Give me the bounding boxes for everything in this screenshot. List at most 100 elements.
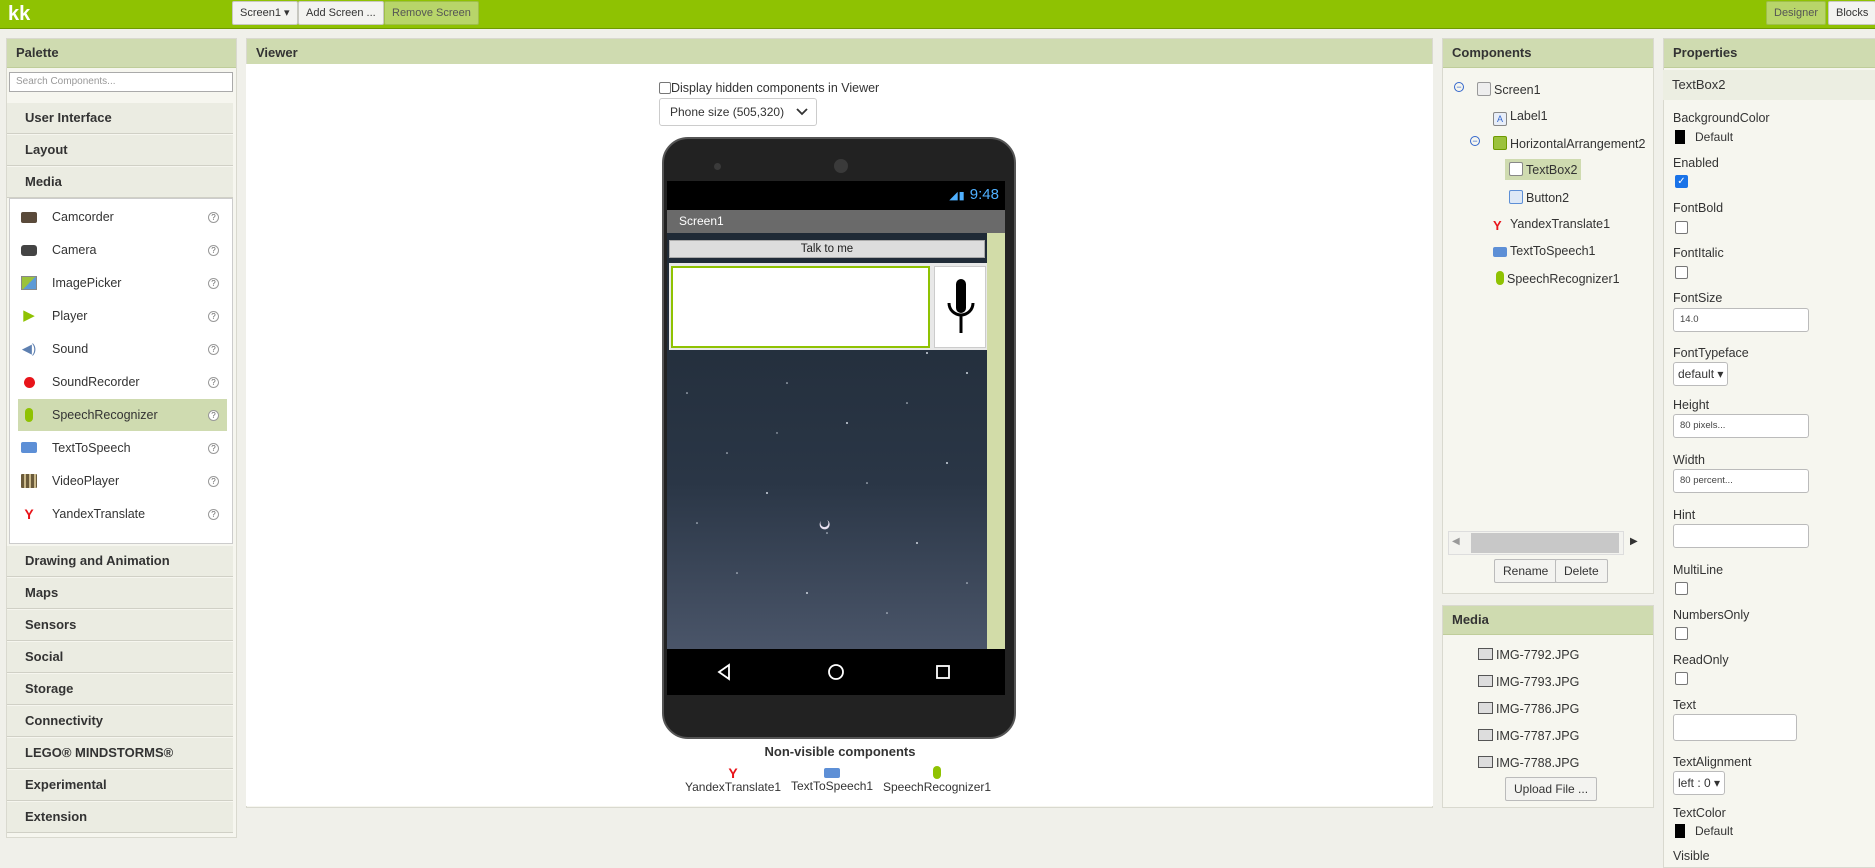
category-layout[interactable]: Layout <box>7 135 233 166</box>
category-maps[interactable]: Maps <box>7 578 233 609</box>
top-toolbar: kk Screen1 ▾ Add Screen ... Remove Scree… <box>0 0 1875 29</box>
textalignment-select[interactable]: left : 0 ▾ <box>1673 771 1726 795</box>
media-file-name: IMG-7792.JPG <box>1496 648 1580 662</box>
palette-item-texttospeech[interactable]: TextToSpeech ? <box>18 432 227 464</box>
category-connectivity[interactable]: Connectivity <box>7 706 233 737</box>
hint-input[interactable] <box>1673 524 1809 548</box>
media-file[interactable]: IMG-7787.JPG <box>1478 729 1579 743</box>
tree-item-screen1[interactable]: Screen1 <box>1477 82 1541 97</box>
add-screen-button[interactable]: Add Screen ... <box>298 1 384 25</box>
scroll-left-icon[interactable]: ◀ <box>1452 536 1460 547</box>
fontbold-checkbox[interactable] <box>1675 221 1688 234</box>
screen-scrollbar[interactable] <box>987 233 1005 649</box>
backgroundcolor-swatch[interactable] <box>1675 130 1685 144</box>
nonvisible-yandextranslate1[interactable]: Y YandexTranslate1 <box>685 766 781 794</box>
help-icon[interactable]: ? <box>208 509 219 520</box>
numbersonly-checkbox[interactable] <box>1675 627 1688 640</box>
help-icon[interactable]: ? <box>208 212 219 223</box>
media-file[interactable]: IMG-7792.JPG <box>1478 648 1579 662</box>
phone-size-select[interactable]: Phone size (505,320) <box>659 98 817 126</box>
palette-item-speechrecognizer[interactable]: SpeechRecognizer ? <box>18 399 227 431</box>
rename-button[interactable]: Rename <box>1494 559 1558 583</box>
textbox2-preview[interactable] <box>671 266 930 348</box>
collapse-screen1-icon[interactable]: − <box>1454 82 1464 92</box>
arrangement-icon <box>1493 136 1507 150</box>
help-icon[interactable]: ? <box>208 344 219 355</box>
category-media[interactable]: Media <box>7 167 233 198</box>
height-input[interactable]: 80 pixels... <box>1673 414 1809 438</box>
palette-item-videoplayer[interactable]: VideoPlayer ? <box>18 465 227 497</box>
multiline-checkbox[interactable] <box>1675 582 1688 595</box>
help-icon[interactable]: ? <box>208 410 219 421</box>
fontitalic-checkbox[interactable] <box>1675 266 1688 279</box>
palette-item-soundrecorder[interactable]: SoundRecorder ? <box>18 366 227 398</box>
scroll-right-icon[interactable]: ▶ <box>1630 536 1638 547</box>
remove-screen-button[interactable]: Remove Screen <box>384 1 479 25</box>
collapse-arrangement-icon[interactable]: − <box>1470 136 1480 146</box>
media-file[interactable]: IMG-7786.JPG <box>1478 702 1579 716</box>
palette-item-camcorder[interactable]: Camcorder ? <box>18 201 227 233</box>
properties-title: Properties <box>1664 39 1875 68</box>
nonvisible-speechrecognizer1[interactable]: SpeechRecognizer1 <box>883 766 991 794</box>
button2-preview[interactable] <box>934 266 986 348</box>
tree-item-speechrecognizer1[interactable]: SpeechRecognizer1 <box>1493 271 1620 286</box>
help-icon[interactable]: ? <box>208 311 219 322</box>
fonttypeface-select[interactable]: default ▾ <box>1673 362 1729 386</box>
palette-item-yandextranslate[interactable]: Y YandexTranslate ? <box>18 498 227 530</box>
tree-item-label1[interactable]: A Label1 <box>1493 109 1548 126</box>
palette-item-imagepicker[interactable]: ImagePicker ? <box>18 267 227 299</box>
project-name: kk <box>8 3 31 25</box>
backgroundcolor-label: BackgroundColor <box>1673 111 1770 125</box>
recents-icon <box>936 665 950 679</box>
media-file[interactable]: IMG-7788.JPG <box>1478 756 1579 770</box>
delete-button[interactable]: Delete <box>1555 559 1608 583</box>
category-social[interactable]: Social <box>7 642 233 673</box>
nonvisible-label: SpeechRecognizer1 <box>883 780 992 794</box>
help-icon[interactable]: ? <box>208 377 219 388</box>
category-extension[interactable]: Extension <box>7 802 233 833</box>
enabled-checkbox[interactable]: ✓ <box>1675 175 1688 188</box>
tree-item-button2[interactable]: Button2 <box>1509 190 1569 205</box>
category-lego-mindstorms[interactable]: LEGO® MINDSTORMS® <box>7 738 233 769</box>
tree-item-horizontalarrangement2[interactable]: HorizontalArrangement2 <box>1493 136 1646 151</box>
readonly-checkbox[interactable] <box>1675 672 1688 685</box>
designer-button[interactable]: Designer <box>1766 1 1827 25</box>
width-input[interactable]: 80 percent... <box>1673 469 1809 493</box>
category-storage[interactable]: Storage <box>7 674 233 705</box>
help-icon[interactable]: ? <box>208 476 219 487</box>
textcolor-swatch[interactable] <box>1675 824 1685 838</box>
image-file-icon <box>1478 648 1493 660</box>
components-hscroll-thumb[interactable] <box>1471 533 1619 553</box>
palette-item-sound[interactable]: ◀) Sound ? <box>18 333 227 365</box>
search-components-input[interactable]: Search Components... <box>9 72 233 92</box>
help-icon[interactable]: ? <box>208 278 219 289</box>
upload-file-button[interactable]: Upload File ... <box>1505 777 1598 801</box>
palette-item-player[interactable]: ▶ Player ? <box>18 300 227 332</box>
category-experimental[interactable]: Experimental <box>7 770 233 801</box>
help-icon[interactable]: ? <box>208 245 219 256</box>
palette-item-label: SpeechRecognizer <box>52 408 158 422</box>
category-user-interface[interactable]: User Interface <box>7 103 233 134</box>
fontsize-input[interactable]: 14.0 <box>1673 308 1809 332</box>
palette-item-camera[interactable]: Camera ? <box>18 234 227 266</box>
videoplayer-icon <box>21 474 37 488</box>
text-textarea[interactable] <box>1673 714 1797 741</box>
blocks-button[interactable]: Blocks <box>1828 1 1875 25</box>
tree-item-yandextranslate1[interactable]: Y YandexTranslate1 <box>1493 217 1610 233</box>
status-bar: ◢▮ 9:48 <box>667 181 1005 209</box>
category-sensors[interactable]: Sensors <box>7 610 233 641</box>
category-drawing-and-animation[interactable]: Drawing and Animation <box>7 546 233 577</box>
width-label: Width <box>1673 453 1705 467</box>
speechrecognizer-icon <box>1496 271 1504 285</box>
talk-to-me-label[interactable]: Talk to me <box>669 240 985 258</box>
textcolor-value[interactable]: Default <box>1695 824 1733 838</box>
hidden-components-checkbox[interactable] <box>659 82 671 94</box>
nonvisible-texttospeech1[interactable]: TextToSpeech1 <box>791 766 873 793</box>
tree-item-texttospeech1[interactable]: TextToSpeech1 <box>1493 244 1595 258</box>
screen-select-button[interactable]: Screen1 ▾ <box>232 1 298 25</box>
multiline-label: MultiLine <box>1673 563 1724 577</box>
tree-item-textbox2[interactable]: TextBox2 <box>1505 159 1582 180</box>
backgroundcolor-value[interactable]: Default <box>1695 130 1733 144</box>
media-file[interactable]: IMG-7793.JPG <box>1478 675 1579 689</box>
help-icon[interactable]: ? <box>208 443 219 454</box>
